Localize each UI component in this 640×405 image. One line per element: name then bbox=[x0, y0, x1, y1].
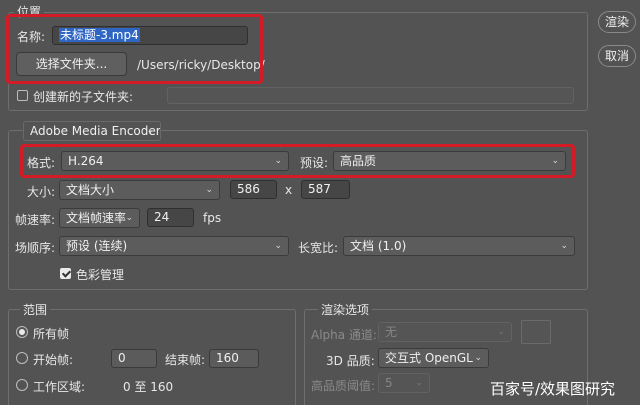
range-title: 范围 bbox=[20, 301, 51, 318]
field-order-select[interactable]: 预设 (连续) ⌄ bbox=[59, 236, 289, 256]
alpha-color-swatch[interactable] bbox=[521, 320, 551, 344]
location-highlight bbox=[6, 14, 263, 84]
cancel-button[interactable]: 取消 bbox=[598, 45, 636, 67]
color-management-label: 色彩管理 bbox=[76, 268, 125, 282]
render-options-title: 渲染选项 bbox=[318, 301, 373, 318]
work-area-label: 工作区域: bbox=[33, 380, 86, 394]
height-input[interactable]: 587 bbox=[301, 180, 350, 199]
start-frame-label: 开始帧: bbox=[33, 353, 74, 367]
alpha-select[interactable]: 无 ⌄ bbox=[378, 322, 512, 342]
fps-unit: fps bbox=[203, 211, 222, 225]
encoder-value: Adobe Media Encoder bbox=[30, 124, 161, 138]
chevron-down-icon: ⌄ bbox=[125, 213, 133, 223]
hq-threshold-label: 高品质阈值: bbox=[311, 379, 376, 393]
field-order-label: 场顺序: bbox=[15, 241, 56, 255]
chevron-down-icon: ⌄ bbox=[205, 185, 213, 195]
framerate-label: 帧速率: bbox=[15, 213, 56, 227]
aspect-value: 文档 (1.0) bbox=[350, 239, 407, 253]
quality3d-select[interactable]: 交互式 OpenGL ⌄ bbox=[378, 348, 489, 368]
field-order-value: 预设 (连续) bbox=[66, 239, 128, 253]
aspect-label: 长宽比: bbox=[298, 241, 339, 255]
create-subfolder-checkbox[interactable] bbox=[17, 90, 28, 101]
size-select[interactable]: 文档大小 ⌄ bbox=[59, 180, 220, 200]
all-frames-radio[interactable] bbox=[16, 326, 28, 338]
chevron-down-icon: ⌄ bbox=[497, 327, 505, 337]
all-frames-label: 所有帧 bbox=[33, 327, 70, 341]
framerate-value: 文档帧速率 bbox=[66, 211, 127, 225]
create-subfolder-label: 创建新的子文件夹: bbox=[33, 90, 134, 104]
render-button[interactable]: 渲染 bbox=[598, 11, 636, 33]
aspect-select[interactable]: 文档 (1.0) ⌄ bbox=[343, 236, 575, 256]
end-frame-input[interactable]: 160 bbox=[209, 349, 259, 368]
format-preset-highlight bbox=[20, 144, 575, 178]
size-value: 文档大小 bbox=[66, 183, 115, 197]
fps-input[interactable]: 24 bbox=[147, 208, 194, 227]
alpha-label: Alpha 通道: bbox=[311, 328, 377, 342]
alpha-value: 无 bbox=[385, 325, 398, 339]
hq-threshold-value: 5 bbox=[385, 376, 393, 390]
subfolder-input[interactable] bbox=[167, 87, 574, 104]
encoder-select[interactable]: Adobe Media Encoder ⌄ bbox=[23, 121, 161, 141]
color-management-checkbox[interactable] bbox=[60, 268, 71, 279]
work-area-radio[interactable] bbox=[16, 379, 28, 391]
size-label: 大小: bbox=[27, 185, 56, 199]
chevron-down-icon: ⌄ bbox=[274, 241, 282, 251]
start-frame-radio[interactable] bbox=[16, 352, 28, 364]
size-separator: x bbox=[285, 183, 293, 197]
chevron-down-icon: ⌄ bbox=[474, 353, 482, 363]
hq-threshold-select[interactable]: 5 ⌄ bbox=[378, 373, 430, 393]
width-input[interactable]: 586 bbox=[230, 180, 277, 199]
quality3d-label: 3D 品质: bbox=[326, 354, 375, 368]
quality3d-value: 交互式 OpenGL bbox=[385, 351, 473, 365]
work-area-value: 0 至 160 bbox=[123, 380, 174, 394]
chevron-down-icon: ⌄ bbox=[560, 241, 568, 251]
framerate-select[interactable]: 文档帧速率 ⌄ bbox=[59, 208, 140, 228]
end-frame-label: 结束帧: bbox=[165, 353, 206, 367]
start-frame-input[interactable]: 0 bbox=[111, 349, 157, 368]
chevron-down-icon: ⌄ bbox=[415, 378, 423, 388]
chevron-down-icon: ⌄ bbox=[146, 126, 154, 136]
watermark: 百家号/效果图研究 bbox=[490, 380, 616, 398]
